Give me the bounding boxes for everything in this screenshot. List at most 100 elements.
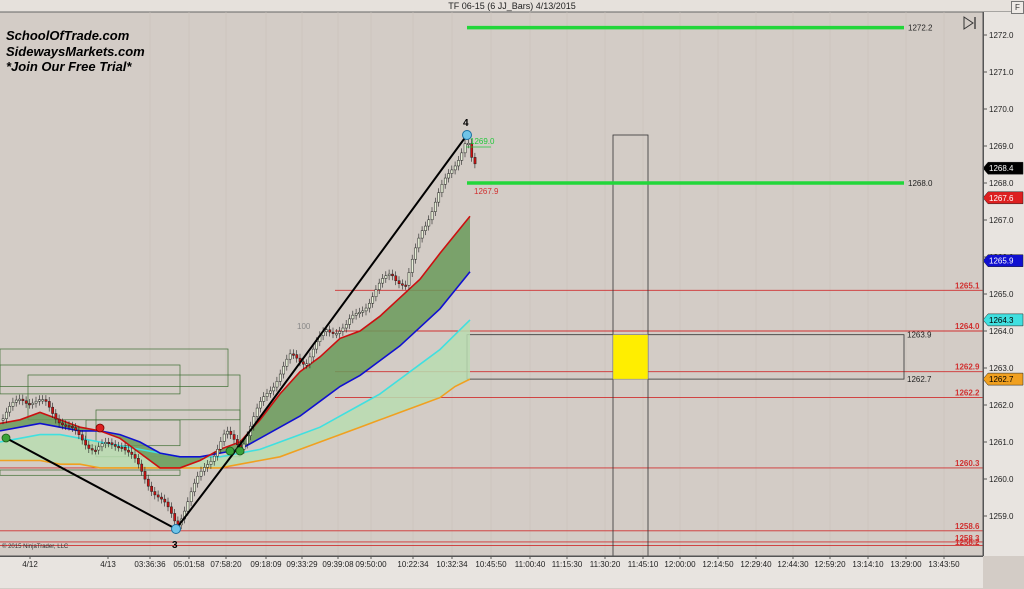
candle-up [255, 407, 259, 417]
candle-up [259, 401, 262, 409]
candle-down [120, 446, 124, 449]
candle-up [186, 501, 190, 512]
candle-down [113, 444, 117, 447]
candle-up [387, 273, 391, 276]
candle-up [216, 448, 219, 457]
red-level-label: 1258.6 [955, 522, 980, 531]
crossover-dot-green [1, 433, 11, 443]
candle-down [127, 449, 130, 453]
candle-up [325, 329, 328, 332]
candle-down [156, 494, 160, 498]
scroll-end-button[interactable] [962, 16, 978, 30]
candle-up [269, 390, 272, 394]
candle-down [163, 498, 167, 503]
chart-area[interactable]: 1265.1 1264.0 1262.9 1262.2 1260.3 1258.6 1258… [0, 0, 1024, 588]
scroll-to-end-icon [963, 16, 976, 30]
candle-down [391, 273, 394, 277]
crossover-dot-green [225, 446, 235, 456]
candle-up [219, 441, 223, 450]
red-level-label: 1262.2 [955, 389, 980, 398]
candle-up [97, 446, 101, 451]
candle-up [354, 313, 358, 316]
candle-down [236, 439, 239, 445]
candle-down [67, 425, 71, 428]
candle-up [193, 482, 196, 493]
plot-background [0, 12, 983, 556]
candle-down [61, 422, 64, 426]
candle-up [282, 365, 285, 375]
candle-up [341, 327, 345, 332]
candle-up [212, 455, 216, 462]
candle-up [381, 278, 384, 284]
candle-down [328, 329, 332, 333]
candle-up [226, 430, 229, 435]
candle-up [414, 247, 417, 260]
volume-annotation: 100 [297, 322, 311, 331]
candle-up [374, 289, 378, 298]
candle-up [203, 467, 206, 472]
candle-down [173, 513, 177, 522]
candle-up [311, 348, 315, 358]
close-annotation: 1267.9 [474, 187, 499, 196]
candle-up [348, 318, 351, 325]
candle-up [447, 173, 450, 179]
candle-up [437, 192, 441, 203]
candle-up [361, 310, 365, 313]
candle-up [427, 219, 431, 227]
candle-down [137, 458, 140, 465]
red-level-label: 1265.1 [955, 281, 980, 290]
candle-up [41, 399, 45, 402]
candle-down [47, 401, 51, 408]
candle-down [107, 442, 111, 445]
candle-down [394, 275, 398, 281]
green-level-label: 1272.2 [908, 24, 933, 33]
candle-down [87, 444, 91, 449]
chart-title: TF 06-15 (6 JJ_Bars) 4/13/2015 [448, 1, 576, 11]
green-level-label: 1268.0 [908, 179, 933, 188]
candle-down [28, 403, 31, 406]
candle-up [1, 418, 5, 421]
time-axis[interactable] [0, 556, 983, 589]
candle-down [54, 413, 58, 420]
candle-up [358, 312, 361, 315]
candle-down [94, 449, 97, 452]
candle-down [331, 331, 335, 334]
candle-up [434, 201, 437, 212]
candle-up [18, 398, 21, 401]
candle-down [77, 429, 81, 435]
candle-up [463, 143, 467, 154]
candle-up [189, 491, 193, 502]
candle-up [265, 393, 269, 397]
price-axis[interactable] [983, 12, 1024, 556]
candle-down [74, 427, 78, 431]
brand-free-trial: *Join Our Free Trial* [6, 59, 132, 74]
candle-up [410, 258, 414, 273]
yellow-target-zone [612, 334, 649, 380]
candle-up [196, 475, 200, 484]
candle-up [364, 307, 368, 312]
candle-down [295, 354, 299, 359]
red-level-label: 1262.9 [955, 363, 980, 372]
candle-down [143, 471, 147, 480]
price-chart[interactable]: 1265.1 1264.0 1262.9 1262.2 1260.3 1258.6 1258… [0, 0, 1024, 588]
candle-up [34, 400, 38, 404]
candle-down [57, 418, 61, 424]
candle-down [130, 451, 134, 455]
red-level-label: 1264.0 [955, 322, 980, 331]
candle-up [11, 401, 15, 407]
candle-up [278, 373, 282, 382]
candle-up [440, 184, 444, 193]
candle-up [8, 406, 12, 413]
candle-up [206, 464, 210, 468]
candle-up [407, 272, 411, 286]
candle-up [305, 363, 309, 366]
candle-down [24, 400, 28, 404]
candle-down [51, 406, 54, 414]
candle-down [71, 425, 74, 428]
candle-up [285, 358, 289, 367]
candle-up [450, 169, 454, 174]
candle-up [424, 225, 427, 231]
candle-up [38, 399, 41, 402]
candle-up [222, 433, 226, 442]
candle-down [117, 446, 120, 449]
